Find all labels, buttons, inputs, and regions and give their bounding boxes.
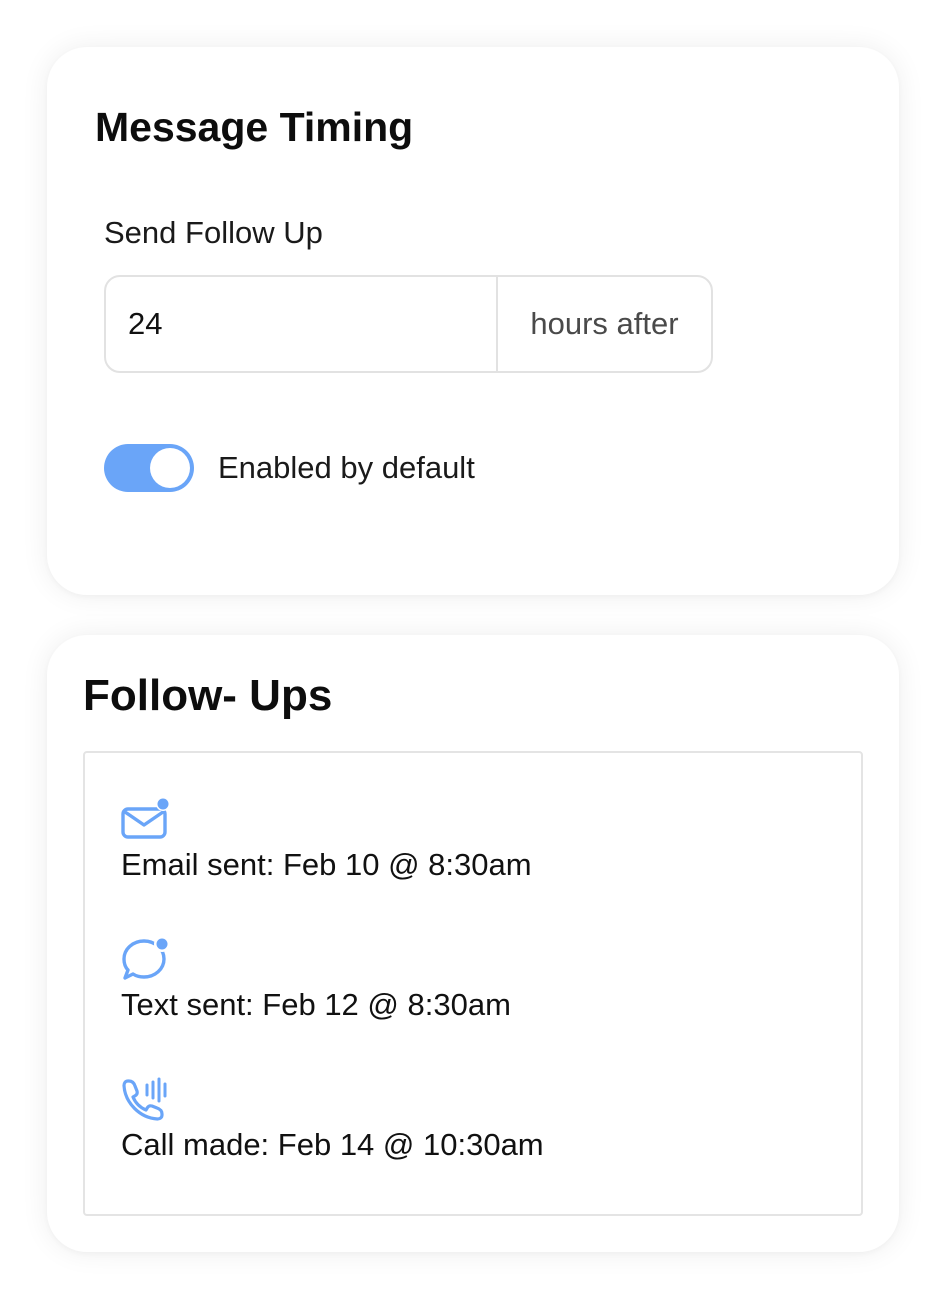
follow-up-delay-input-group: hours after: [104, 275, 713, 373]
email-sent-text: Email sent: Feb 10 @ 8:30am: [121, 847, 532, 882]
send-follow-up-label: Send Follow Up: [104, 215, 323, 250]
follow-ups-list: Email sent: Feb 10 @ 8:30am Text sent: F…: [83, 751, 863, 1216]
list-item-email: Email sent: Feb 10 @ 8:30am: [121, 797, 532, 885]
message-timing-card: Message Timing Send Follow Up hours afte…: [47, 47, 899, 595]
follow-ups-title: Follow- Ups: [83, 671, 333, 720]
chat-notification-icon: [122, 937, 170, 980]
mail-notification-icon: [121, 797, 170, 839]
enabled-default-row: Enabled by default: [104, 444, 475, 492]
follow-ups-card: Follow- Ups Email sent: Feb 10 @ 8:30am …: [47, 635, 899, 1252]
hours-after-suffix: hours after: [496, 277, 711, 371]
phone-calling-icon: [122, 1077, 167, 1121]
enabled-by-default-label: Enabled by default: [218, 450, 475, 485]
text-sent-text: Text sent: Feb 12 @ 8:30am: [121, 987, 511, 1022]
enabled-by-default-toggle[interactable]: [104, 444, 194, 492]
list-item-call: Call made: Feb 14 @ 10:30am: [121, 1077, 544, 1165]
message-timing-title: Message Timing: [95, 104, 414, 150]
hours-input[interactable]: [106, 277, 496, 371]
toggle-knob: [150, 448, 190, 488]
list-item-text: Text sent: Feb 12 @ 8:30am: [121, 937, 511, 1025]
call-made-text: Call made: Feb 14 @ 10:30am: [121, 1127, 544, 1162]
